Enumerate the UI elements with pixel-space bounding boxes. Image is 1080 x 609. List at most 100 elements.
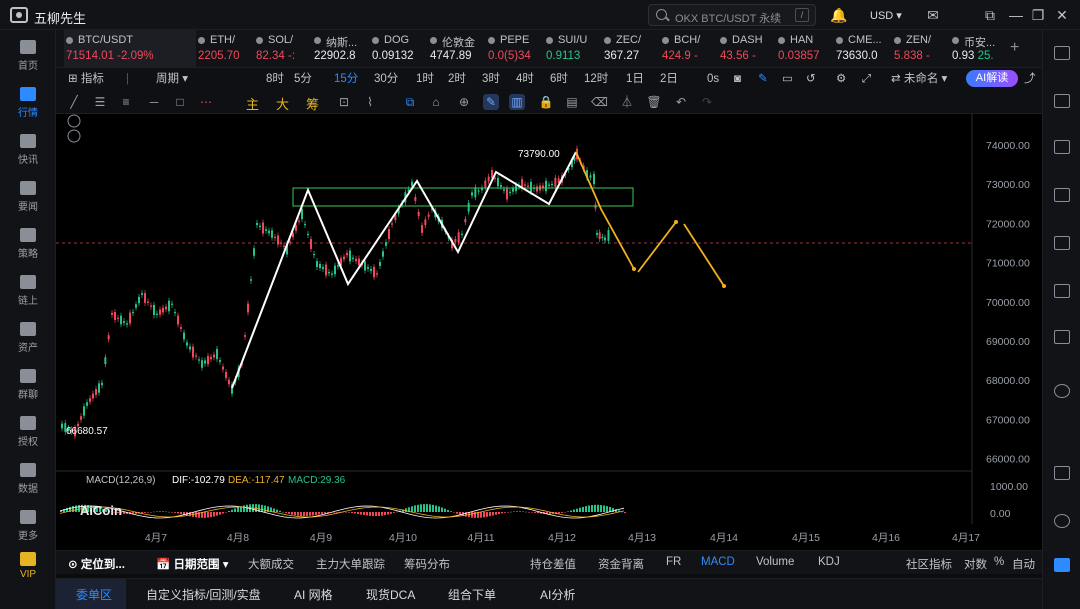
layout-icon[interactable]: ▭ xyxy=(782,71,793,87)
bottom-tab-4[interactable]: 组合下单 xyxy=(448,586,496,603)
monitor-icon[interactable] xyxy=(1054,284,1070,298)
tf-1[interactable]: 5分 xyxy=(294,71,312,87)
minimize-icon[interactable]: — xyxy=(1008,7,1024,23)
ticker-item[interactable]: BCH/424.9 - xyxy=(660,30,716,68)
indicator-tab-5[interactable]: FR xyxy=(666,556,681,568)
window-pin-icon[interactable]: ⧉ xyxy=(982,7,998,23)
ai-explain-button[interactable]: AI解读 xyxy=(966,70,1018,87)
pen-icon[interactable]: ✎ xyxy=(758,71,768,87)
orderbook-icon[interactable] xyxy=(1054,46,1070,60)
nav-vip[interactable]: VIP xyxy=(0,548,56,592)
tf-6[interactable]: 3时 xyxy=(482,71,500,87)
tf-8[interactable]: 6时 xyxy=(550,71,568,87)
period-dropdown[interactable]: 周期 ▾ xyxy=(156,71,188,87)
search-box[interactable]: OKX BTC/USDT 永续 / xyxy=(648,4,816,26)
nav-assets[interactable]: 资产 xyxy=(0,318,56,362)
undo-icon[interactable]: ↶ xyxy=(673,94,689,110)
fib-tool-icon[interactable]: ≡ xyxy=(118,94,134,110)
more-tools-icon[interactable]: ⋯ xyxy=(198,94,214,110)
ticker-item[interactable]: SUI/U 0.9113 xyxy=(544,30,600,68)
nav-market[interactable]: 行情 xyxy=(0,83,56,127)
ticker-item[interactable]: SOL/82.34 -: xyxy=(254,30,310,68)
bar-mode-icon[interactable]: ▥ xyxy=(509,94,525,110)
tf-0[interactable]: 8时 xyxy=(266,71,284,87)
settings-icon[interactable]: ⚙ xyxy=(836,71,846,87)
ticker-item[interactable]: ETH/2205.70 xyxy=(196,30,252,68)
fullscreen-icon[interactable]: ⤢ xyxy=(862,71,871,87)
indicator-tab-9[interactable]: 社区指标 xyxy=(906,556,952,572)
bottom-tab-1[interactable]: 自定义指标/回测/实盘 xyxy=(146,586,261,603)
indicator-tab-2[interactable]: 筹码分布 xyxy=(404,556,450,572)
indicator-tab-7[interactable]: Volume xyxy=(756,556,794,568)
indicator-tab-10[interactable]: 对数 xyxy=(964,556,987,572)
tf-2[interactable]: 15分 xyxy=(334,71,358,87)
indicator-tab-3[interactable]: 持仓差值 xyxy=(530,556,576,572)
ticker-item[interactable]: BTC/USDT 71514.01 -2.09% xyxy=(64,30,196,68)
indicator-tab-8[interactable]: KDJ xyxy=(818,556,840,568)
indicator-tab-1[interactable]: 主力大单跟踪 xyxy=(316,556,385,572)
image-icon[interactable] xyxy=(1054,236,1070,250)
zoom-icon[interactable]: ⊕ xyxy=(456,94,472,110)
filter-icon[interactable]: ⏃ xyxy=(619,94,635,110)
line-tool-icon[interactable]: ╱ xyxy=(66,94,82,110)
layout-select[interactable]: ⇄ 未命名 ▾ xyxy=(891,71,947,87)
hline-tool-icon[interactable]: ─ xyxy=(146,94,162,110)
chart-svg[interactable]: 74000.00 73000.00 72000.00 71000.00 70000.00… xyxy=(56,114,1042,550)
copy-icon[interactable]: ⧉ xyxy=(402,94,418,110)
nav-news[interactable]: 要闻 xyxy=(0,177,56,221)
indicator-tab-12[interactable]: 自动 xyxy=(1012,556,1035,572)
ticker-item[interactable]: 币安... 0.93 25. xyxy=(950,30,1006,68)
ticker-item[interactable]: CME... 73630.0 xyxy=(834,30,890,68)
magnet-icon[interactable]: ⊡ xyxy=(336,94,352,110)
ticker-item[interactable]: ZEC/367.27 xyxy=(602,30,658,68)
date-range-dropdown[interactable]: 📅 日期范围 ▾ xyxy=(156,556,228,572)
close-icon[interactable]: ✕ xyxy=(1054,7,1070,23)
locate-button[interactable]: ⊙ 定位到... xyxy=(68,556,125,572)
indicator-tab-4[interactable]: 资金背离 xyxy=(598,556,644,572)
nav-onchain[interactable]: 链上 xyxy=(0,271,56,315)
lock-icon[interactable]: 🔒 xyxy=(538,94,554,110)
nav-data[interactable]: 数据 xyxy=(0,459,56,503)
redo-icon[interactable]: ↷ xyxy=(699,94,715,110)
currency-select[interactable]: USD ▾ xyxy=(870,9,902,22)
tf-7[interactable]: 4时 xyxy=(516,71,534,87)
ticker-item[interactable]: 纳斯... 22902.8 xyxy=(312,30,368,68)
mail-icon[interactable]: ✉ xyxy=(925,7,941,23)
search-input[interactable]: OKX BTC/USDT 永续 xyxy=(675,10,781,26)
nav-flash[interactable]: 快讯 xyxy=(0,130,56,174)
nav-strategy[interactable]: 策略 xyxy=(0,224,56,268)
camera-icon[interactable]: ◙ xyxy=(734,71,741,87)
tf-10[interactable]: 1日 xyxy=(626,71,644,87)
tf-3[interactable]: 30分 xyxy=(374,71,398,87)
ticker-item[interactable]: ZEN/5.838 - xyxy=(892,30,948,68)
nav-home[interactable]: 首页 xyxy=(0,36,56,80)
large-order-toggle[interactable]: 大 xyxy=(276,94,289,113)
nav-more[interactable]: 更多 xyxy=(0,506,56,550)
bottom-tab-0[interactable]: 委单区 xyxy=(76,586,112,603)
support-icon[interactable] xyxy=(1054,384,1070,398)
indicator-tab-0[interactable]: 大额成交 xyxy=(248,556,294,572)
chip-toggle[interactable]: 筹 xyxy=(306,94,319,113)
tf-4[interactable]: 1时 xyxy=(416,71,434,87)
main-force-toggle[interactable]: 主 xyxy=(246,94,259,113)
nav-auth[interactable]: 授权 xyxy=(0,412,56,456)
bell-icon[interactable]: 🔔 xyxy=(830,7,847,23)
share-icon[interactable]: ⤴ xyxy=(1024,71,1036,87)
indicator-tab-6[interactable]: MACD xyxy=(701,556,735,568)
nav-chat[interactable]: 群聊 xyxy=(0,365,56,409)
bottom-tab-2[interactable]: AI 网格 xyxy=(294,586,333,603)
eraser-icon[interactable]: ⌫ xyxy=(591,94,608,110)
trash-icon[interactable]: 🗑 xyxy=(646,94,662,110)
ticker-item[interactable]: 伦敦金 4747.89 xyxy=(428,30,484,68)
brush-icon[interactable]: ⌇ xyxy=(362,94,378,110)
parallel-tool-icon[interactable]: ☰ xyxy=(92,94,108,110)
price-chart[interactable]: 74000.00 73000.00 72000.00 71000.00 70000.00… xyxy=(56,114,1042,550)
add-ticker-icon[interactable]: + xyxy=(1010,39,1019,57)
bottom-tab-5[interactable]: AI分析 xyxy=(540,586,575,603)
replay-icon[interactable]: ↺ xyxy=(806,71,816,87)
calendar-icon[interactable] xyxy=(1054,188,1070,202)
ruler-icon[interactable]: ⌂ xyxy=(428,94,444,110)
trade-icon[interactable] xyxy=(1054,140,1070,154)
tf-5[interactable]: 2时 xyxy=(448,71,466,87)
help-icon[interactable] xyxy=(1054,514,1070,528)
